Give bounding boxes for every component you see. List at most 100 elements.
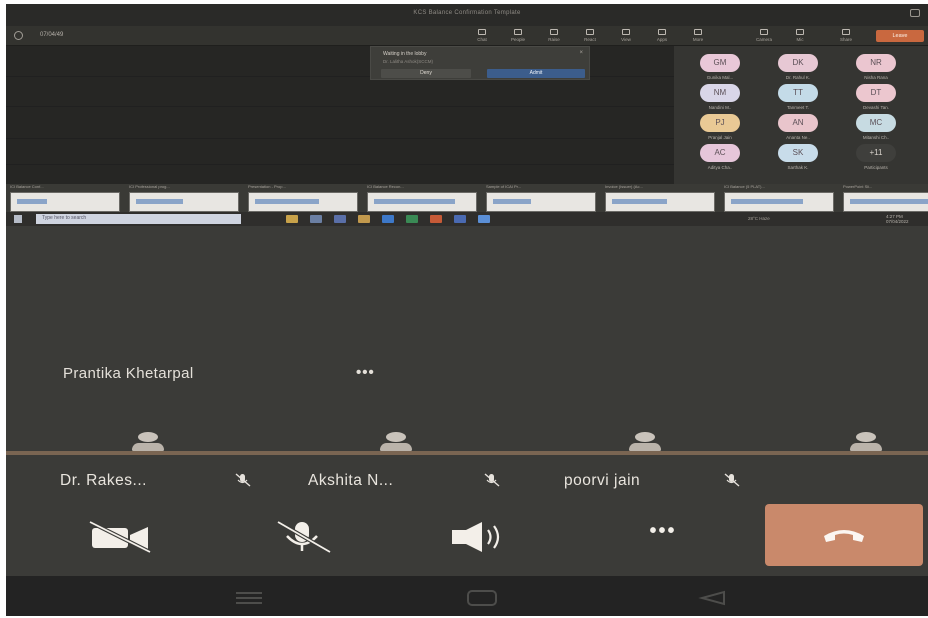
participant-name: Akshita N... bbox=[308, 472, 394, 489]
admit-button[interactable]: Admit bbox=[487, 69, 585, 78]
taskbar-search-placeholder: Type here to search bbox=[42, 215, 87, 221]
avatar-initials: DK bbox=[778, 54, 818, 72]
file-explorer-icon[interactable] bbox=[286, 215, 298, 223]
end-call-button[interactable] bbox=[765, 504, 923, 566]
participant-avatar[interactable]: TT Tanmeet T. bbox=[766, 84, 830, 114]
camera-off-button[interactable] bbox=[86, 518, 156, 554]
toolbar-chat-button[interactable]: Chat bbox=[468, 28, 496, 44]
thumbnail-preview bbox=[486, 192, 596, 212]
powerpoint-icon[interactable] bbox=[430, 215, 442, 223]
edge-icon[interactable] bbox=[310, 215, 322, 223]
thumbnail-title: ICI Balance Conf... bbox=[10, 184, 44, 189]
participant-avatar[interactable]: DT Devashi Tan. bbox=[844, 84, 908, 114]
thumbnail-content bbox=[493, 199, 531, 204]
meeting-timer: 07/04/49 bbox=[40, 32, 64, 38]
stage-divider bbox=[6, 164, 674, 165]
avatar-initials: AN bbox=[778, 114, 818, 132]
restore-window-icon[interactable] bbox=[910, 9, 920, 17]
mic-off-button[interactable] bbox=[268, 518, 338, 554]
thumbnail-content bbox=[612, 199, 667, 204]
folder-icon[interactable] bbox=[358, 215, 370, 223]
window-thumbnail[interactable]: PowerPoint Sli... bbox=[843, 184, 928, 212]
participant-avatar[interactable]: AN Ananta Ne.. bbox=[766, 114, 830, 144]
avatar-name: Participants bbox=[864, 165, 888, 170]
participant-avatar[interactable]: GM Gunika Mal... bbox=[688, 54, 752, 84]
toolbar-mic-button[interactable]: Mic bbox=[786, 28, 814, 44]
app-icon[interactable] bbox=[478, 215, 490, 223]
participant-avatar[interactable]: SK Sarthak K. bbox=[766, 144, 830, 174]
thumbnail-title: ICI Balance (5 PLAT)... bbox=[724, 184, 765, 189]
window-thumbnail[interactable]: Presentation - Prop... bbox=[248, 184, 358, 212]
clock[interactable]: 4:27 PM 07/04/2022 bbox=[886, 214, 909, 224]
close-icon[interactable]: × bbox=[579, 50, 583, 56]
thumbnail-preview bbox=[605, 192, 715, 212]
avatar-initials: PJ bbox=[700, 114, 740, 132]
word-icon[interactable] bbox=[382, 215, 394, 223]
recent-apps-icon[interactable] bbox=[232, 590, 266, 606]
toolbar-people-button[interactable]: People bbox=[504, 28, 532, 44]
toolbar-apps-button[interactable]: Apps bbox=[648, 28, 676, 44]
participant-avatar[interactable]: AC Aditya Cha.. bbox=[688, 144, 752, 174]
more-options-button[interactable]: ••• bbox=[628, 520, 698, 556]
avatar-name: Gunika Mal... bbox=[706, 75, 734, 80]
avatar-name: Nandini M.. bbox=[708, 105, 732, 110]
outlook-icon[interactable] bbox=[454, 215, 466, 223]
participant-avatar[interactable]: +11 Participants bbox=[844, 144, 908, 174]
windows-start-icon[interactable] bbox=[14, 215, 22, 223]
mic-off-icon bbox=[235, 473, 251, 487]
toolbar-react-button[interactable]: React bbox=[576, 28, 604, 44]
window-thumbnail[interactable]: Sample of ICAI Pr... bbox=[486, 184, 596, 212]
toolbar-view-button[interactable]: View bbox=[612, 28, 640, 44]
avatar-name: Sarthak K. bbox=[787, 165, 809, 170]
lobby-person-name: Dr. Lalitha Ashok(SCCM) bbox=[383, 59, 434, 64]
view-icon bbox=[622, 29, 630, 35]
toolbar-share-button[interactable]: Share bbox=[832, 28, 860, 44]
speaker-button[interactable] bbox=[446, 518, 516, 554]
thumbnail-title: ICI Professional prog... bbox=[129, 184, 170, 189]
avatar-name: Nisha Rana bbox=[864, 75, 888, 80]
presenter-more-options[interactable]: ••• bbox=[356, 364, 375, 381]
thumbnail-preview bbox=[367, 192, 477, 212]
back-icon[interactable] bbox=[14, 31, 23, 40]
window-thumbnail[interactable]: ICI Balance Recon... bbox=[367, 184, 477, 212]
window-thumbnail[interactable]: ICI Balance (5 PLAT)... bbox=[724, 184, 834, 212]
windows-taskbar: Type here to search 28°C Haze 4:27 PM 07/… bbox=[6, 212, 928, 226]
chat-icon bbox=[478, 29, 486, 35]
avatar-initials: NR bbox=[856, 54, 896, 72]
thumbnail-content bbox=[136, 199, 183, 204]
thumbnail-content bbox=[17, 199, 47, 204]
toolbar-camera-button[interactable]: Camera bbox=[750, 28, 778, 44]
thumbnail-preview bbox=[129, 192, 239, 212]
avatar-name: Aditya Cha.. bbox=[707, 165, 733, 170]
mic-icon bbox=[796, 29, 804, 35]
window-thumbnail[interactable]: ICI Balance Conf... bbox=[10, 184, 120, 212]
tile-divider bbox=[6, 451, 928, 455]
leave-button[interactable]: Leave bbox=[876, 30, 924, 42]
thumbnail-content bbox=[731, 199, 803, 204]
deny-button[interactable]: Deny bbox=[381, 69, 471, 78]
toolbar-more-button[interactable]: More bbox=[684, 28, 712, 44]
excel-icon[interactable] bbox=[406, 215, 418, 223]
presenter-name: Prantika Khetarpal bbox=[63, 365, 194, 382]
avatar-initials: SK bbox=[778, 144, 818, 162]
thumbnail-content bbox=[255, 199, 319, 204]
window-thumbnail[interactable]: Invoice (Issuer) (Ac... bbox=[605, 184, 715, 212]
toolbar-raise-button[interactable]: Raise bbox=[540, 28, 568, 44]
participant-avatar[interactable]: NR Nisha Rana bbox=[844, 54, 908, 84]
mic-off-icon bbox=[484, 473, 500, 487]
thumbnail-preview bbox=[248, 192, 358, 212]
teams-icon[interactable] bbox=[334, 215, 346, 223]
android-navigation-bar bbox=[6, 576, 928, 616]
participant-avatar[interactable]: PJ Pranjal Jain bbox=[688, 114, 752, 144]
weather-widget[interactable]: 28°C Haze bbox=[748, 216, 770, 221]
people-icon bbox=[514, 29, 522, 35]
home-icon[interactable] bbox=[466, 590, 498, 606]
stage-divider bbox=[6, 138, 674, 139]
avatar-name: Dr. Rahul K. bbox=[785, 75, 811, 80]
back-nav-icon[interactable] bbox=[698, 590, 728, 606]
participant-avatar[interactable]: DK Dr. Rahul K. bbox=[766, 54, 830, 84]
window-thumbnail[interactable]: ICI Professional prog... bbox=[129, 184, 239, 212]
camera-icon bbox=[760, 29, 768, 35]
participant-avatar[interactable]: NM Nandini M.. bbox=[688, 84, 752, 114]
participant-avatar[interactable]: MC Mitanshi Ch.. bbox=[844, 114, 908, 144]
